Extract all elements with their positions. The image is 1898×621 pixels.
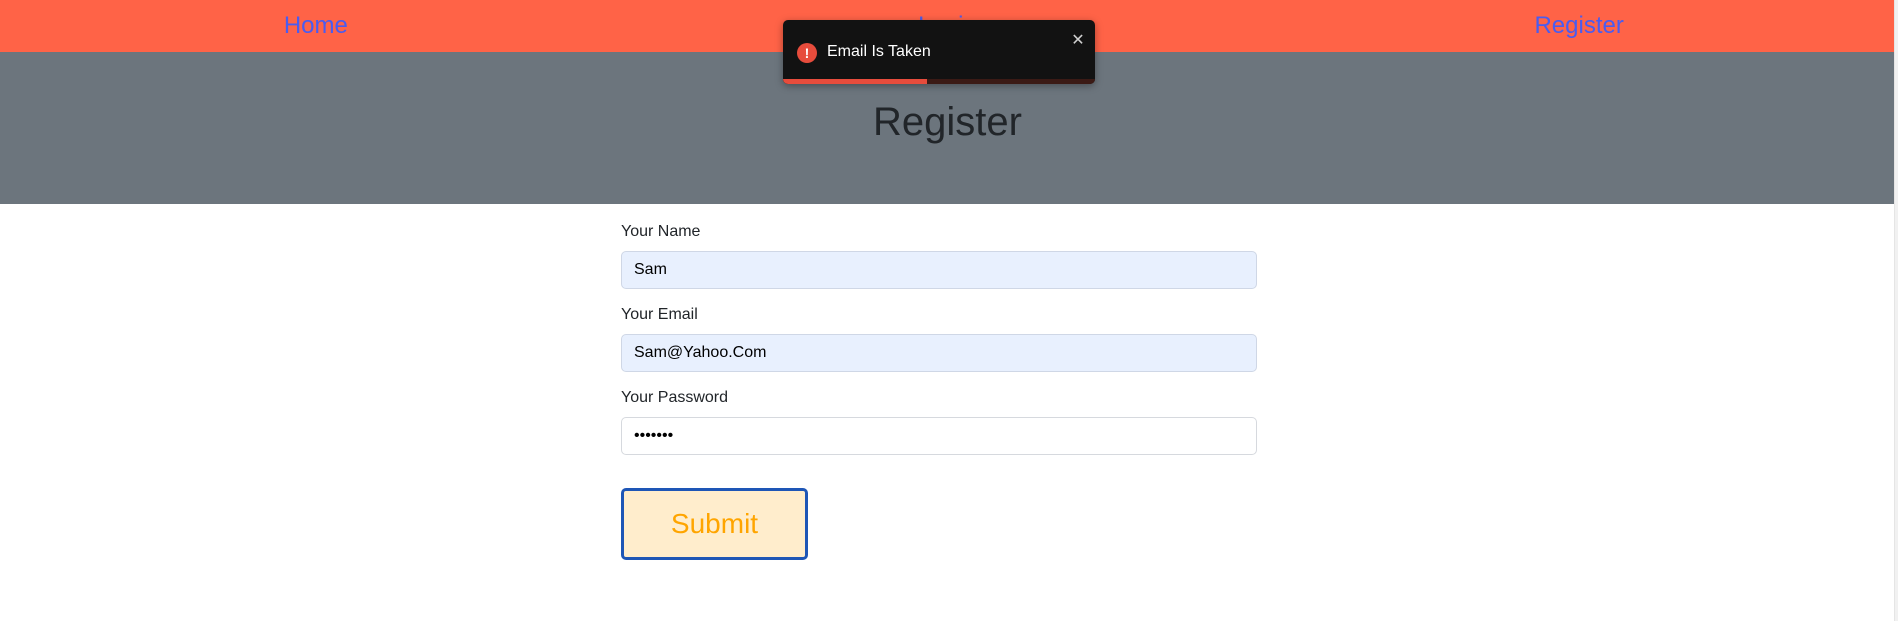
password-field[interactable]: [621, 417, 1257, 455]
close-icon[interactable]: ✕: [1069, 32, 1087, 50]
error-toast: ! Email Is Taken ✕: [783, 20, 1095, 84]
toast-progress-bar: [783, 79, 1095, 84]
submit-button[interactable]: Submit: [621, 488, 808, 560]
page-title: Register: [873, 100, 1022, 144]
email-label: Your Email: [621, 306, 698, 323]
page: Home Login Register Register Your Name Y…: [0, 0, 1895, 621]
name-field[interactable]: [621, 251, 1257, 289]
toast-progress-fill: [783, 79, 927, 84]
email-field[interactable]: [621, 334, 1257, 372]
name-label: Your Name: [621, 223, 701, 240]
scrollbar[interactable]: [1894, 0, 1898, 621]
nav-link-register[interactable]: Register: [1479, 12, 1679, 40]
password-label: Your Password: [621, 389, 729, 406]
alert-circle-icon: !: [797, 43, 817, 63]
nav-link-home[interactable]: Home: [216, 12, 416, 40]
register-form: Your Name Your Email Your Password Submi…: [621, 214, 1257, 560]
toast-message: Email Is Taken: [827, 43, 931, 60]
